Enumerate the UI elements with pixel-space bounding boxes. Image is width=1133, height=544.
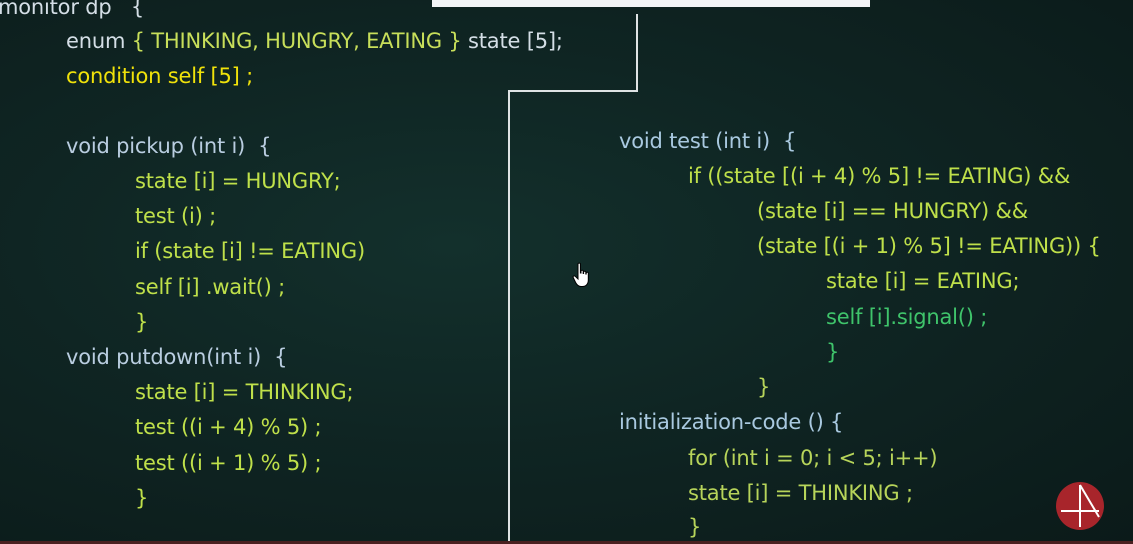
code-line: state [i] = THINKING ; <box>688 481 913 505</box>
enum-state: state [5]; <box>461 29 563 53</box>
code-line: state [i] = EATING; <box>826 269 1020 293</box>
code-line-putdown: void putdown(int i) { <box>66 345 288 369</box>
code-line: self [i] .wait() ; <box>135 275 285 299</box>
channel-logo-icon <box>1056 482 1104 530</box>
code-line: (state [(i + 1) % 5] != EATING)) { <box>757 234 1101 258</box>
code-line: } <box>135 310 149 334</box>
code-line: } <box>757 375 771 399</box>
code-line-test: void test (int i) { <box>619 129 797 153</box>
code-line-pickup: void pickup (int i) { <box>66 134 272 158</box>
hand-pointer-icon <box>572 262 589 287</box>
top-bar <box>432 0 870 7</box>
code-line: state [i] = HUNGRY; <box>135 169 341 193</box>
code-line-enum: enum { THINKING, HUNGRY, EATING } state … <box>66 28 563 54</box>
code-line: } <box>826 340 840 364</box>
code-line: test (i) ; <box>135 204 216 228</box>
code-line-signal: self [i].signal() ; <box>826 305 988 329</box>
code-line: test ((i + 4) % 5) ; <box>135 415 322 439</box>
code-line: } <box>135 486 149 510</box>
code-line: if (state [i] != EATING) <box>135 239 365 263</box>
code-line-monitor: monitor dp { <box>0 0 145 19</box>
code-line: test ((i + 1) % 5) ; <box>135 451 322 475</box>
enum-keyword: enum <box>66 29 132 53</box>
divider-horizontal <box>508 90 638 92</box>
code-line: } <box>688 515 702 539</box>
divider-vertical-main <box>508 90 510 544</box>
code-line: state [i] = THINKING; <box>135 380 354 404</box>
enum-values: { THINKING, HUNGRY, EATING } <box>131 29 462 53</box>
code-line: if ((state [(i + 4) % 5] != EATING) && <box>688 164 1071 188</box>
code-slide: monitor dp { enum { THINKING, HUNGRY, EA… <box>0 0 1133 544</box>
code-line: for (int i = 0; i < 5; i++) <box>688 446 938 470</box>
code-line-init: initialization-code () { <box>619 410 844 434</box>
code-line: (state [i] == HUNGRY) && <box>757 199 1028 223</box>
divider-vertical-top <box>636 14 638 92</box>
code-line-condition: condition self [5] ; <box>66 64 254 88</box>
